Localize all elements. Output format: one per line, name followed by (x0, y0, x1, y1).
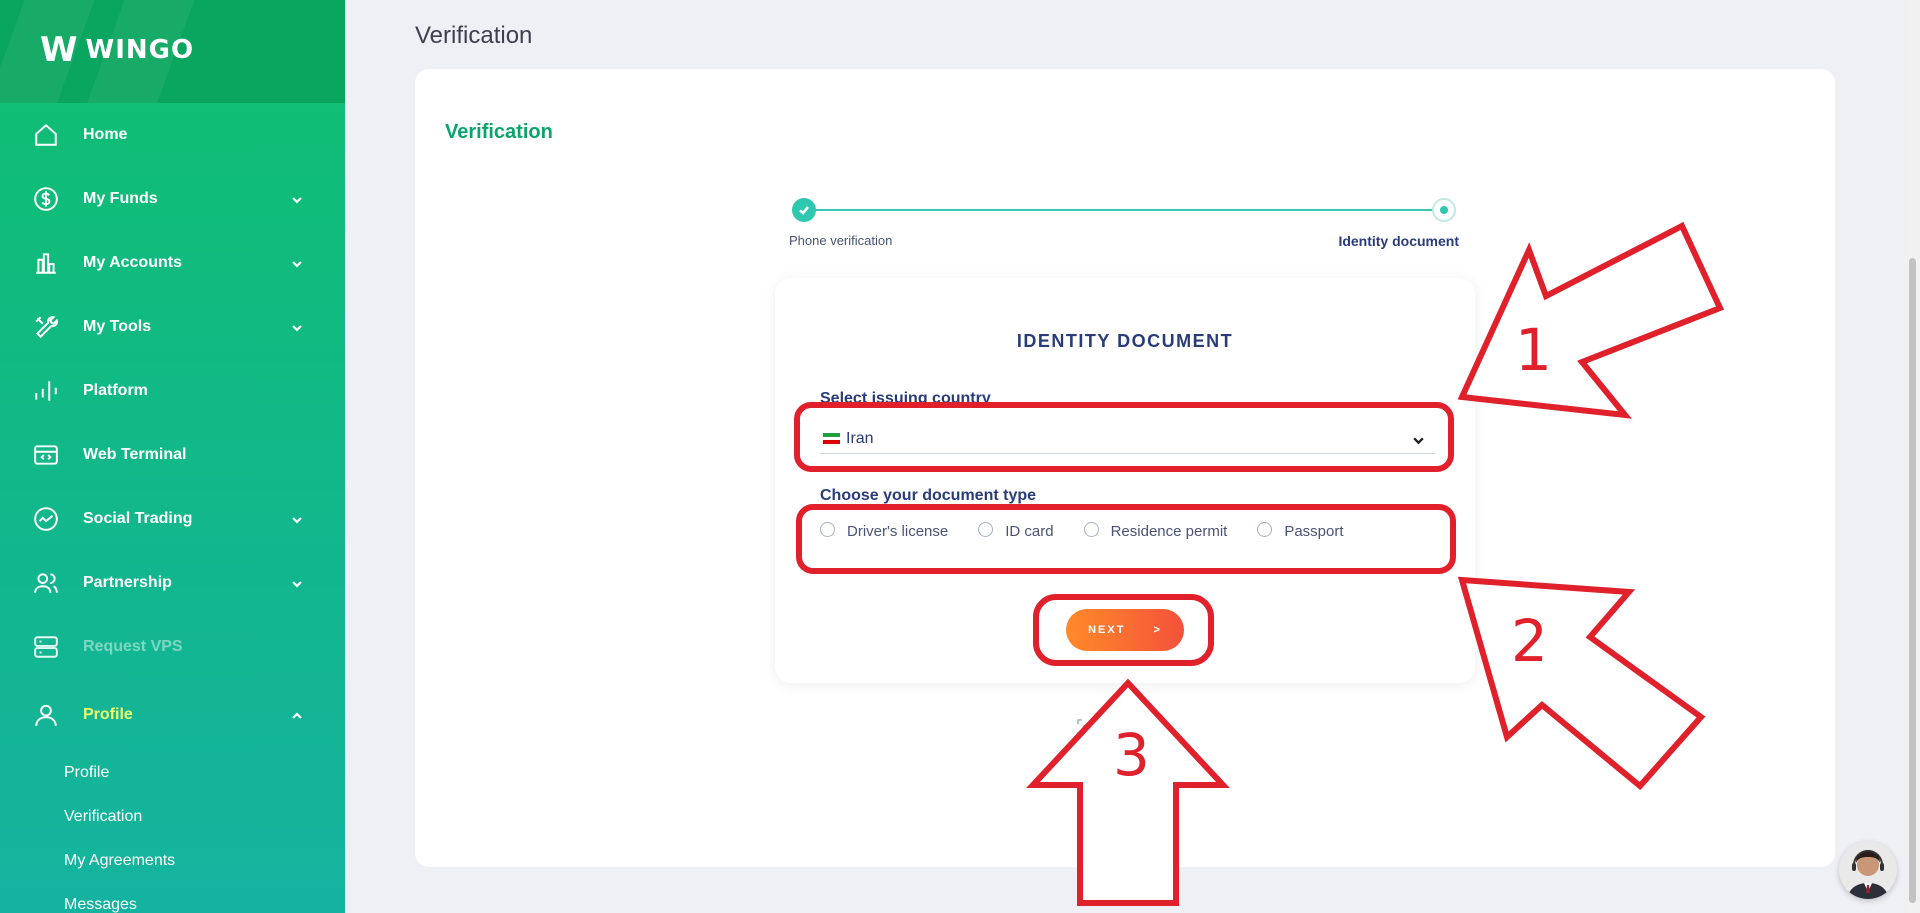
country-select[interactable]: Iran (820, 424, 1435, 454)
stepper-line (803, 209, 1445, 211)
current-step-indicator (1432, 198, 1456, 222)
document-type-label: Choose your document type (820, 487, 1037, 504)
avatar-icon (1847, 850, 1889, 899)
sidebar-item-label: Profile (83, 706, 133, 723)
chevron-down-icon (291, 321, 303, 333)
sidebar: W WINGO Home My Funds My Accounts My Too… (0, 0, 345, 913)
user-icon (33, 702, 59, 728)
verification-card: Verification Phone verification Identity… (415, 69, 1835, 867)
brand-logo[interactable]: W WINGO (40, 33, 194, 67)
sumsub-icon (1075, 717, 1097, 744)
radio-circle[interactable] (1257, 522, 1273, 537)
radio-circle[interactable] (1083, 522, 1099, 537)
chevron-down-icon (1412, 434, 1425, 452)
users-icon (33, 570, 59, 596)
submenu-item-my-agreements[interactable]: My Agreements (0, 839, 345, 883)
chevron-down-icon (291, 193, 303, 205)
chevron-down-icon (291, 513, 303, 525)
logo-bar: W WINGO (0, 0, 345, 103)
chevron-down-icon (291, 577, 303, 589)
radio-drivers-license[interactable]: Driver's license (820, 522, 949, 540)
sidebar-item-label: My Funds (83, 190, 158, 207)
radio-label: ID card (1005, 523, 1054, 540)
radio-label: Passport (1284, 523, 1344, 540)
next-button-label: NEXT (1088, 624, 1126, 636)
radio-circle[interactable] (820, 522, 835, 537)
trend-circle-icon (33, 506, 59, 532)
radio-label: Residence permit (1110, 523, 1228, 540)
sidebar-item-label: My Accounts (83, 254, 182, 271)
sidebar-item-label: Platform (83, 382, 148, 399)
sidebar-item-label: Partnership (83, 574, 172, 591)
country-select-value: Iran (846, 429, 874, 447)
submenu-item-verification[interactable]: Verification (0, 795, 345, 839)
chevron-up-icon (291, 709, 303, 721)
card-title: Verification (445, 121, 553, 143)
document-type-options: Driver's license ID card Residence permi… (820, 522, 1374, 540)
sumsub-logo: sumsub (1075, 717, 1165, 744)
sidebar-item-label: Home (83, 126, 128, 143)
sidebar-item-partnership[interactable]: Partnership (0, 551, 345, 615)
logo-mark: W (40, 30, 77, 70)
sidebar-item-label: Request VPS (83, 638, 183, 655)
identity-document-title: IDENTITY DOCUMENT (1016, 331, 1234, 351)
sidebar-item-web-terminal[interactable]: Web Terminal (0, 423, 345, 487)
radio-label: Driver's license (847, 523, 949, 540)
sidebar-item-my-accounts[interactable]: My Accounts (0, 231, 345, 295)
step-identity-document: Identity document (1338, 233, 1459, 249)
support-chat-avatar[interactable] (1839, 841, 1897, 899)
sidebar-item-my-tools[interactable]: My Tools (0, 295, 345, 359)
sidebar-item-request-vps[interactable]: Request VPS (0, 615, 345, 679)
scrollbar-thumb[interactable] (1909, 258, 1916, 903)
iran-flag-icon (823, 433, 840, 445)
terminal-window-icon (33, 442, 59, 468)
step-phone-verification: Phone verification (789, 233, 893, 248)
tools-icon (33, 314, 59, 340)
signal-bars-icon (33, 378, 59, 404)
check-icon (792, 198, 816, 222)
sidebar-item-label: My Tools (83, 318, 152, 335)
country-label: Select issuing country (820, 390, 991, 407)
submenu-item-messages[interactable]: Messages (0, 883, 345, 913)
bar-chart-icon (33, 250, 59, 276)
identity-document-form: IDENTITY DOCUMENT Select issuing country… (775, 278, 1475, 683)
sidebar-item-profile[interactable]: Profile (0, 679, 345, 751)
radio-circle[interactable] (978, 522, 994, 537)
verification-stepper: Phone verification Identity document (789, 197, 1459, 257)
profile-submenu: Profile Verification My Agreements Messa… (0, 751, 345, 913)
sidebar-item-label: Web Terminal (83, 446, 187, 463)
radio-residence-permit[interactable]: Residence permit (1083, 522, 1228, 540)
home-icon (33, 122, 59, 148)
sidebar-item-platform[interactable]: Platform (0, 359, 345, 423)
chevron-down-icon (291, 257, 303, 269)
radio-passport[interactable]: Passport (1257, 522, 1344, 540)
radio-id-card[interactable]: ID card (978, 522, 1054, 540)
next-arrow-icon: > (1153, 624, 1162, 636)
sidebar-item-label: Social Trading (83, 510, 193, 527)
page-title: Verification (415, 22, 533, 49)
server-icon (33, 634, 59, 660)
logo-text: WINGO (85, 35, 195, 65)
sidebar-nav: Home My Funds My Accounts My Tools Platf… (0, 103, 345, 751)
sidebar-item-home[interactable]: Home (0, 103, 345, 167)
sidebar-item-social-trading[interactable]: Social Trading (0, 487, 345, 551)
sumsub-text: sumsub (1103, 721, 1166, 739)
sidebar-item-my-funds[interactable]: My Funds (0, 167, 345, 231)
dollar-circle-icon (33, 186, 59, 212)
submenu-item-profile[interactable]: Profile (0, 751, 345, 795)
next-button[interactable]: NEXT > (1066, 609, 1184, 651)
